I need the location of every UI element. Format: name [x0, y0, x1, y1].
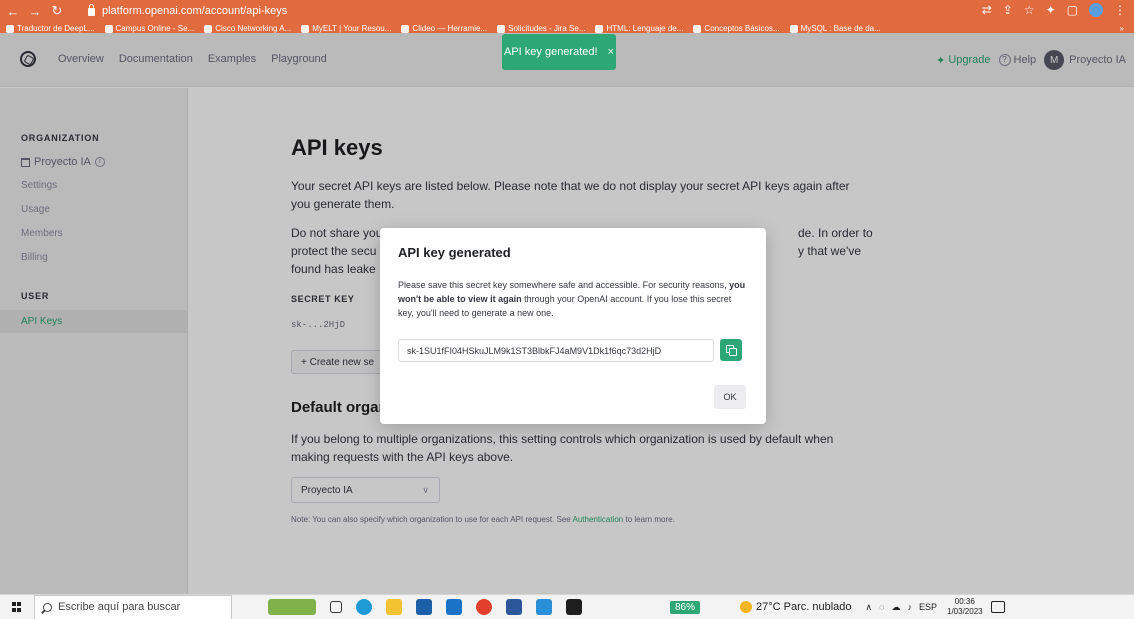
- start-button[interactable]: [0, 595, 34, 619]
- search-icon: [43, 602, 52, 612]
- secret-key-field[interactable]: sk-1SU1fFI04HSkuJLM9k1ST3BlbkFJ4aM9V1Dk1…: [398, 339, 714, 362]
- edge-icon[interactable]: [356, 599, 372, 615]
- notifications-icon[interactable]: [990, 601, 1005, 613]
- more-bookmarks-button[interactable]: »: [1120, 24, 1124, 33]
- kebab-menu-icon[interactable]: ⋮: [1114, 3, 1126, 17]
- toast-text: API key generated!: [504, 46, 598, 58]
- forward-icon[interactable]: →: [26, 4, 44, 19]
- battery-indicator[interactable]: 86%: [670, 600, 701, 614]
- sidepanel-icon[interactable]: ▢: [1067, 3, 1078, 17]
- modal-title: API key generated: [398, 245, 511, 260]
- toast-notification: API key generated! ×: [502, 34, 616, 70]
- volume-icon[interactable]: ♪: [907, 602, 912, 612]
- bookmark-item[interactable]: MyELT | Your Resou...: [301, 24, 391, 33]
- bookmark-icon: [789, 24, 798, 33]
- network-icon[interactable]: ◌: [879, 602, 884, 612]
- bookmark-item[interactable]: Traductor de DeepL...: [6, 24, 95, 33]
- copy-icon: [726, 345, 737, 356]
- bookmark-icon: [595, 24, 604, 33]
- tray-chevron-icon[interactable]: ∧: [866, 602, 873, 613]
- bookmark-icon: [497, 24, 506, 33]
- api-key-modal: API key generated Please save this secre…: [380, 228, 766, 424]
- cloud-icon[interactable]: ☁: [891, 602, 900, 613]
- address-bar[interactable]: platform.openai.com/account/api-keys: [88, 2, 918, 20]
- translate-icon[interactable]: ⇄: [982, 3, 992, 17]
- browser-chrome: ← → ↻ platform.openai.com/account/api-ke…: [0, 0, 1134, 33]
- address-row: ← → ↻ platform.openai.com/account/api-ke…: [0, 0, 1134, 22]
- reload-icon[interactable]: ↻: [48, 3, 66, 19]
- bookmark-icon: [401, 24, 410, 33]
- clock[interactable]: 00:36 1/03/2023: [947, 597, 983, 617]
- mail-icon[interactable]: [446, 599, 462, 615]
- profile-avatar[interactable]: [1089, 3, 1103, 17]
- weather-icon: [740, 601, 753, 613]
- system-tray: ∧ ◌ ☁ ♪ ESP: [866, 602, 937, 613]
- bookmark-icon: [104, 24, 113, 33]
- browser-actions: ⇄ ⇪ ☆ ✦ ▢ ⋮: [982, 3, 1126, 17]
- bookmark-item[interactable]: Campus Online - Se...: [104, 24, 194, 33]
- windows-logo-icon: [12, 602, 22, 612]
- task-view-icon[interactable]: [330, 601, 342, 613]
- terminal-icon[interactable]: [566, 599, 582, 615]
- bookmark-item[interactable]: HTML: Lenguaje de...: [595, 24, 683, 33]
- word-icon[interactable]: [506, 599, 522, 615]
- lock-icon: [88, 4, 95, 16]
- url-text: platform.openai.com/account/api-keys: [102, 5, 288, 17]
- language-indicator[interactable]: ESP: [919, 602, 937, 612]
- toast-close-icon[interactable]: ×: [608, 46, 614, 58]
- bookmark-icon: [6, 24, 14, 33]
- bookmark-icon: [204, 24, 213, 33]
- chrome-icon[interactable]: [476, 599, 492, 615]
- taskbar-apps: [268, 599, 582, 615]
- share-icon[interactable]: ⇪: [1003, 3, 1013, 17]
- extensions-icon[interactable]: ✦: [1046, 3, 1056, 17]
- ok-button[interactable]: OK: [714, 385, 746, 409]
- bookmark-icon: [693, 24, 702, 33]
- bookmark-icon: [301, 24, 310, 33]
- bookmark-item[interactable]: Solicitudes - Jira Se...: [497, 24, 585, 33]
- back-icon[interactable]: ←: [4, 4, 22, 19]
- bookmark-item[interactable]: Clideo — Herramie...: [401, 24, 487, 33]
- widgets-icon[interactable]: [268, 599, 316, 615]
- file-explorer-icon[interactable]: [386, 599, 402, 615]
- bookmark-star-icon[interactable]: ☆: [1024, 3, 1035, 17]
- store-icon[interactable]: [416, 599, 432, 615]
- windows-taskbar: Escribe aquí para buscar 86% 27°C Parc. …: [0, 594, 1134, 619]
- modal-description: Please save this secret key somewhere sa…: [398, 280, 746, 318]
- bookmark-item[interactable]: MySQL : Base de da...: [789, 24, 881, 33]
- bookmark-item[interactable]: Conceptos Básicos...: [693, 24, 780, 33]
- vscode-icon[interactable]: [536, 599, 552, 615]
- weather-widget[interactable]: 27°C Parc. nublado: [740, 601, 852, 613]
- bookmark-item[interactable]: Cisco Networking A...: [204, 24, 291, 33]
- copy-key-button[interactable]: [720, 339, 742, 361]
- taskbar-search[interactable]: Escribe aquí para buscar: [34, 594, 232, 619]
